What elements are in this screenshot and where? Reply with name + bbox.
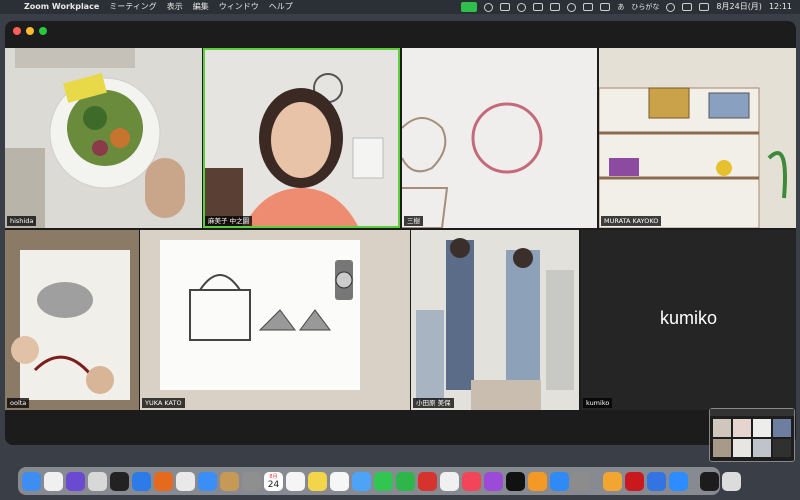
launchpad-icon[interactable] — [88, 471, 107, 491]
menubar-date[interactable]: 8月24日(月) — [716, 0, 762, 14]
shelf-drawing-icon — [599, 48, 796, 228]
notes-icon[interactable] — [44, 471, 63, 491]
zoom-icon[interactable] — [669, 471, 688, 491]
facetime-icon[interactable] — [396, 471, 415, 491]
window-controls — [13, 27, 47, 35]
books-icon[interactable] — [528, 471, 547, 491]
contacts-icon[interactable] — [242, 471, 261, 491]
video-tile-hishida[interactable]: hishida — [5, 48, 202, 228]
menu-help[interactable]: ヘルプ — [269, 0, 293, 14]
participant-name: YUKA KATO — [142, 398, 185, 408]
menubar-status-area: あ ひらがな 8月24日(月) 12:11 — [461, 0, 800, 14]
close-window-button[interactable] — [13, 27, 21, 35]
mini-tile — [713, 419, 731, 437]
wifi-icon[interactable] — [567, 2, 577, 12]
tv-icon[interactable] — [506, 471, 525, 491]
speaker-video-icon — [203, 48, 400, 228]
video-tile-odawara-miho[interactable]: 小田原 美保 — [411, 230, 579, 410]
participant-name: MURATA KAYOKO — [601, 216, 662, 226]
screen-record-icon[interactable] — [484, 2, 494, 12]
chrome-icon[interactable] — [176, 471, 195, 491]
calendar-day: 24 — [267, 480, 280, 490]
video-tile-mitsuki[interactable]: 三樹 — [402, 48, 597, 228]
pages-icon[interactable] — [603, 471, 622, 491]
creative-cloud-icon[interactable] — [517, 2, 527, 12]
zoom-video-status-icon[interactable] — [461, 2, 478, 12]
podcasts-icon[interactable] — [484, 471, 503, 491]
participant-name: oolta — [7, 398, 30, 408]
system-settings-icon[interactable] — [572, 471, 591, 491]
participant-name: 麻美子 中之園 — [205, 216, 253, 226]
dock: 8月 24 — [18, 467, 741, 495]
search-icon[interactable] — [583, 3, 594, 11]
keynote-icon[interactable] — [647, 471, 666, 491]
firefox-icon[interactable] — [154, 471, 173, 491]
trash-icon[interactable] — [722, 471, 741, 491]
menu-bar: Zoom Workplace ミーティング 表示 編集 ウィンドウ ヘルプ あ … — [0, 0, 800, 14]
reminders-icon[interactable] — [286, 471, 305, 491]
safari-icon[interactable] — [132, 471, 151, 491]
zoom-mini-preview[interactable] — [709, 408, 795, 462]
bag-drawing-icon — [140, 230, 410, 410]
menu-app-name[interactable]: Zoom Workplace — [24, 0, 99, 14]
mini-tile — [713, 439, 731, 457]
finder-icon[interactable] — [22, 471, 41, 491]
stickies-icon[interactable] — [308, 471, 327, 491]
mini-tile — [753, 439, 771, 457]
fullscreen-window-button[interactable] — [39, 27, 47, 35]
participant-name: hishida — [7, 216, 37, 226]
participant-display-name: kumiko — [659, 308, 717, 328]
collage-video-icon — [5, 230, 139, 410]
input-method-indicator[interactable]: あ — [617, 0, 624, 14]
calculator-icon[interactable] — [110, 471, 129, 491]
siri-icon[interactable] — [66, 471, 85, 491]
minimize-window-button[interactable] — [26, 27, 34, 35]
participant-name: 小田原 美保 — [413, 398, 454, 408]
menu-view[interactable]: 表示 — [167, 0, 183, 14]
mini-tile — [773, 419, 791, 437]
bluetooth-icon[interactable] — [533, 3, 544, 11]
maps-icon[interactable] — [352, 471, 371, 491]
mini-tile — [773, 439, 791, 457]
video-tile-oolta[interactable]: oolta — [5, 230, 139, 410]
photos-app-icon[interactable] — [440, 471, 459, 491]
appstore-icon[interactable] — [550, 471, 569, 491]
video-tile-murata-kayoko[interactable]: MURATA KAYOKO — [599, 48, 796, 228]
display-icon[interactable] — [500, 3, 511, 11]
menubar-time[interactable]: 12:11 — [769, 0, 792, 14]
mini-tile — [753, 419, 771, 437]
mini-tile — [733, 439, 751, 457]
photos-icon[interactable] — [220, 471, 239, 491]
menu-window[interactable]: ウィンドウ — [219, 0, 259, 14]
mail-icon[interactable] — [198, 471, 217, 491]
hishida-video-icon — [5, 48, 202, 228]
acrobat-icon[interactable] — [625, 471, 644, 491]
drawing-video-icon — [402, 48, 597, 228]
battery-icon[interactable] — [550, 3, 561, 11]
video-tile-active-speaker[interactable]: 麻美子 中之園 — [203, 48, 400, 228]
zoom-meeting-window: hishida 麻美子 中之園 三樹 MURATA KAYOKO oolta Y… — [5, 21, 796, 445]
calendar-icon[interactable]: 8月 24 — [264, 471, 283, 491]
menu-meeting[interactable]: ミーティング — [109, 0, 157, 14]
spotlight-icon[interactable] — [682, 3, 693, 11]
mini-preview-titlebar — [710, 409, 794, 416]
music-icon[interactable] — [462, 471, 481, 491]
menu-edit[interactable]: 編集 — [193, 0, 209, 14]
clock-icon[interactable] — [666, 2, 676, 12]
participant-name: 三樹 — [404, 216, 423, 226]
participant-name: kumiko — [583, 398, 613, 408]
input-method-label[interactable]: ひらがな — [631, 0, 659, 14]
control-center-icon[interactable] — [600, 3, 611, 11]
notification-center-icon[interactable] — [699, 3, 710, 11]
photo-booth-icon[interactable] — [418, 471, 437, 491]
document-icon[interactable] — [700, 471, 719, 491]
messages-icon[interactable] — [374, 471, 393, 491]
fashion-collage-icon — [411, 230, 579, 410]
video-tile-kumiko[interactable]: kumiko kumiko — [581, 230, 796, 410]
freeform-icon[interactable] — [330, 471, 349, 491]
mini-tile — [733, 419, 751, 437]
video-tile-yuka-kato[interactable]: YUKA KATO — [140, 230, 410, 410]
